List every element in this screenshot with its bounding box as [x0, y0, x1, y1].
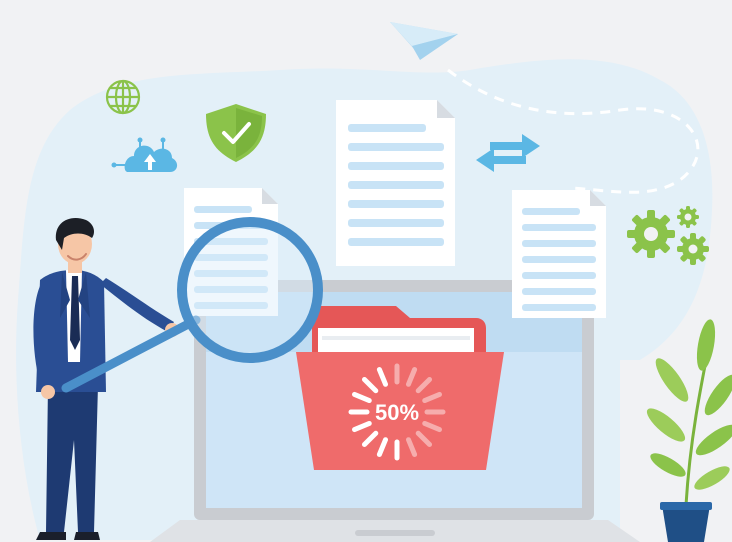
- folder-icon: [296, 306, 504, 470]
- plant-icon: [646, 319, 732, 542]
- progress-percentage: 50%: [375, 400, 419, 425]
- globe-icon: [105, 79, 141, 115]
- illustration-scene: 50%: [16, 22, 732, 542]
- document-icon: [336, 100, 455, 266]
- document-icon: [512, 190, 606, 318]
- paper-plane-icon: [390, 22, 458, 60]
